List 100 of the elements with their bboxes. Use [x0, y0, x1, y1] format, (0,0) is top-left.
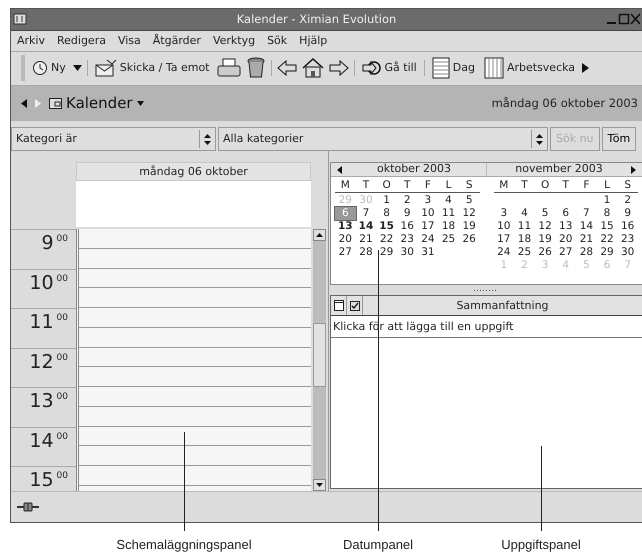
- calendar-day[interactable]: 9: [396, 207, 418, 220]
- window-title: Kalender - Ximian Evolution: [236, 10, 398, 28]
- more-arrow-icon[interactable]: [582, 63, 590, 74]
- window-menu-icon[interactable]: [13, 13, 27, 26]
- calendar-day[interactable]: 13: [555, 220, 576, 234]
- calendar-day[interactable]: 16: [396, 220, 418, 234]
- calendar-day[interactable]: 15: [596, 220, 618, 234]
- scrollbar[interactable]: [313, 229, 326, 492]
- calendar-day[interactable]: 21: [356, 233, 376, 246]
- scrollbar-thumb[interactable]: [313, 323, 326, 388]
- down-arrow-icon[interactable]: [316, 483, 323, 488]
- menu-item[interactable]: Visa: [118, 32, 141, 50]
- calendar-day[interactable]: 13: [335, 220, 356, 234]
- calendar-day[interactable]: 23: [617, 233, 638, 246]
- menu-item[interactable]: Verktyg: [212, 32, 256, 50]
- caret-icon[interactable]: [72, 65, 82, 72]
- calendar-day[interactable]: 30: [396, 246, 418, 260]
- calendar-day[interactable]: 10: [494, 220, 514, 234]
- back-arrow-icon[interactable]: [21, 98, 27, 108]
- calendar-day[interactable]: 9: [617, 207, 638, 220]
- up-arrow-icon[interactable]: [316, 233, 323, 238]
- calendar-day[interactable]: 14: [576, 220, 597, 234]
- calendar-day[interactable]: 11: [438, 207, 459, 220]
- dropdown[interactable]: Alla kategorier: [218, 127, 548, 152]
- calendar-day[interactable]: 6: [555, 207, 576, 220]
- send-receive-button[interactable]: Skicka / Ta emot: [92, 59, 212, 78]
- calendar-day[interactable]: 22: [596, 233, 618, 246]
- calendar-day[interactable]: 27: [335, 246, 356, 260]
- calendar-day[interactable]: 21: [576, 233, 597, 246]
- calendar-day[interactable]: 29: [596, 246, 618, 260]
- forward-arrow-icon[interactable]: [328, 60, 348, 76]
- calendar-day[interactable]: 22: [376, 233, 397, 246]
- day-view-button[interactable]: Dag: [430, 57, 477, 80]
- calendar-day[interactable]: 4: [514, 207, 535, 220]
- calendar-day[interactable]: 24: [494, 246, 514, 260]
- back-arrow-icon[interactable]: [276, 60, 296, 76]
- trash-icon[interactable]: [246, 57, 266, 80]
- calendar-day[interactable]: 29: [376, 246, 397, 260]
- calendar-day[interactable]: 5: [534, 207, 556, 220]
- calendar-day[interactable]: 8: [376, 207, 397, 220]
- calendar-day[interactable]: 7: [576, 207, 597, 220]
- calendar-day[interactable]: 19: [458, 220, 480, 234]
- home-icon[interactable]: [302, 58, 324, 78]
- calendar-day[interactable]: 11: [514, 220, 535, 234]
- filter-button[interactable]: Töm: [602, 127, 636, 152]
- calendar-day[interactable]: 31: [418, 246, 438, 260]
- calendar-day[interactable]: 3: [494, 207, 514, 220]
- calendar-day[interactable]: 30: [617, 246, 638, 260]
- calendar-day[interactable]: 17: [494, 233, 514, 246]
- calendar-day[interactable]: 14: [356, 220, 376, 234]
- calendar-day[interactable]: 27: [555, 246, 576, 260]
- menu-item[interactable]: Hjälp: [299, 32, 328, 50]
- calendar-day[interactable]: 28: [576, 246, 597, 260]
- work-week-button[interactable]: Arbetsvecka: [482, 57, 578, 80]
- next-month-icon[interactable]: [631, 166, 636, 174]
- calendar-day[interactable]: 17: [418, 220, 438, 234]
- calendar-day[interactable]: 12: [534, 220, 556, 234]
- menu-item[interactable]: Sök: [267, 32, 288, 50]
- arrow-loop-icon: [362, 60, 382, 76]
- calendar-day[interactable]: 1: [376, 194, 397, 208]
- calendar-day[interactable]: 2: [617, 194, 638, 208]
- calendar-day[interactable]: 1: [596, 194, 618, 208]
- calendar-day[interactable]: 24: [418, 233, 438, 246]
- menu-item[interactable]: Arkiv: [17, 32, 45, 50]
- calendar-day[interactable]: 5: [458, 194, 480, 208]
- folder-title[interactable]: Kalender: [66, 92, 133, 115]
- printer-icon[interactable]: [216, 58, 240, 78]
- go-to-button[interactable]: Gå till: [360, 60, 419, 76]
- calendar-day[interactable]: 12: [458, 207, 480, 220]
- previous-month-icon[interactable]: [337, 166, 342, 174]
- time-grid[interactable]: [76, 229, 311, 492]
- weekday-label: M: [498, 179, 510, 192]
- calendar-day[interactable]: 16: [617, 220, 638, 234]
- calendar-day[interactable]: 26: [534, 246, 556, 260]
- calendar-day[interactable]: 18: [514, 233, 535, 246]
- new-button[interactable]: Ny: [30, 60, 68, 76]
- caret-icon[interactable]: [136, 100, 144, 106]
- calendar-day[interactable]: 18: [438, 220, 459, 234]
- resize-grip-icon[interactable]: [473, 288, 499, 292]
- connection-plug-icon: [17, 502, 39, 512]
- calendar-day[interactable]: 19: [534, 233, 556, 246]
- maximize-icon[interactable]: [618, 13, 630, 26]
- calendar-day[interactable]: 2: [396, 194, 418, 208]
- calendar-day[interactable]: 25: [438, 233, 459, 246]
- calendar-day[interactable]: 15: [376, 220, 397, 234]
- calendar-day[interactable]: 20: [555, 233, 576, 246]
- calendar-day[interactable]: 3: [418, 194, 438, 208]
- calendar-day[interactable]: 10: [418, 207, 438, 220]
- calendar-day[interactable]: 4: [438, 194, 459, 208]
- menu-item[interactable]: Redigera: [56, 32, 106, 50]
- dropdown[interactable]: Kategori är: [11, 127, 216, 152]
- calendar-day[interactable]: 7: [356, 207, 376, 220]
- calendar-day[interactable]: 20: [335, 233, 356, 246]
- calendar-day[interactable]: 26: [458, 233, 480, 246]
- calendar-day[interactable]: 28: [356, 246, 376, 260]
- calendar-day[interactable]: 8: [596, 207, 618, 220]
- menu-item[interactable]: Åtgärder: [152, 32, 201, 50]
- calendar-day[interactable]: 23: [396, 233, 418, 246]
- close-icon[interactable]: [630, 13, 640, 26]
- calendar-day[interactable]: 25: [514, 246, 535, 260]
